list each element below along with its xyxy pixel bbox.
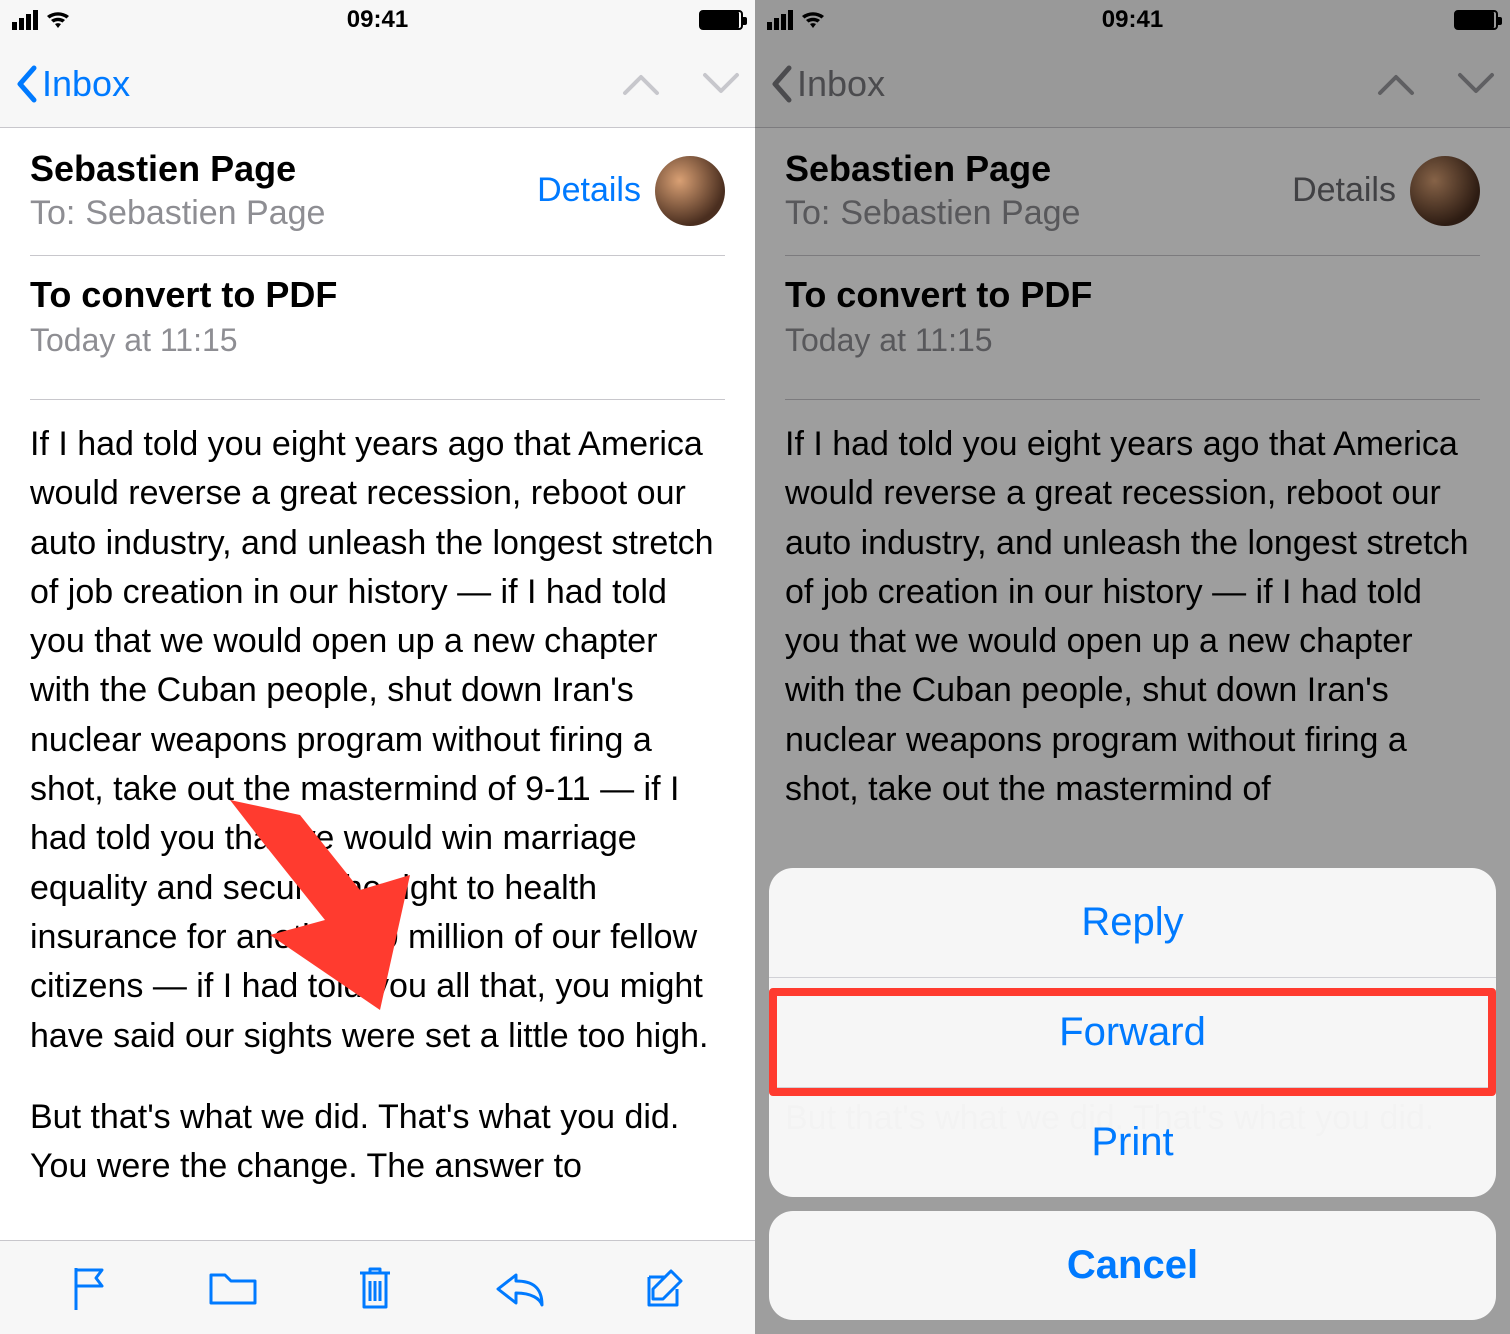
nav-bar: Inbox: [0, 40, 755, 128]
chevron-left-icon: [14, 64, 38, 104]
action-sheet-group: Reply Forward Print: [769, 868, 1496, 1197]
avatar[interactable]: [655, 156, 725, 226]
cancel-action[interactable]: Cancel: [769, 1211, 1496, 1320]
date: Today at 11:15: [30, 322, 725, 359]
forward-action[interactable]: Forward: [769, 978, 1496, 1088]
status-bar: 09:41: [0, 0, 755, 40]
subject: To convert to PDF: [30, 274, 725, 316]
move-button[interactable]: [207, 1267, 259, 1309]
reply-button[interactable]: [492, 1267, 546, 1309]
phone-left: 09:41 Inbox Sebastien Page To:: [0, 0, 755, 1334]
mail-body[interactable]: If I had told you eight years ago that A…: [0, 400, 755, 1240]
body-paragraph: But that's what we did. That's what you …: [30, 1093, 725, 1192]
next-message-button[interactable]: [701, 71, 741, 97]
from-name[interactable]: Sebastien Page: [30, 148, 537, 190]
trash-button[interactable]: [354, 1263, 396, 1313]
body-paragraph: If I had told you eight years ago that A…: [30, 420, 725, 1061]
status-time: 09:41: [347, 6, 408, 34]
cellular-signal-icon: [12, 10, 38, 30]
to-name[interactable]: Sebastien Page: [85, 194, 325, 233]
compose-button[interactable]: [641, 1265, 687, 1311]
to-label: To:: [30, 194, 75, 233]
reply-action[interactable]: Reply: [769, 868, 1496, 978]
back-label: Inbox: [42, 63, 130, 105]
back-button[interactable]: Inbox: [14, 63, 130, 105]
details-button[interactable]: Details: [537, 171, 641, 210]
flag-button[interactable]: [68, 1264, 112, 1312]
print-action[interactable]: Print: [769, 1088, 1496, 1197]
previous-message-button[interactable]: [621, 71, 661, 97]
battery-icon: [699, 10, 743, 30]
action-sheet-cancel-group: Cancel: [769, 1211, 1496, 1320]
toolbar: [0, 1240, 755, 1334]
action-sheet: Reply Forward Print Cancel: [769, 868, 1496, 1320]
wifi-icon: [44, 10, 72, 30]
mail-header: Sebastien Page To: Sebastien Page Detail…: [0, 128, 755, 400]
phone-right: 09:41 Inbox Sebastien Page To:: [755, 0, 1510, 1334]
